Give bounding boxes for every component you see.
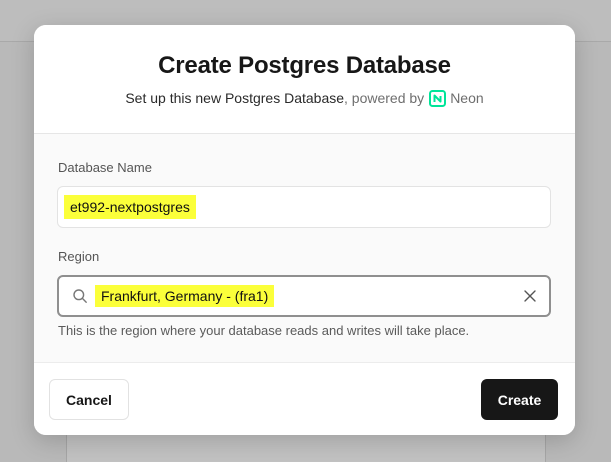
region-value: Frankfurt, Germany - (fra1) — [95, 285, 275, 307]
region-search-input[interactable]: Frankfurt, Germany - (fra1) — [57, 275, 551, 317]
dialog-title: Create Postgres Database — [158, 52, 451, 79]
neon-logo-icon — [429, 89, 447, 107]
dialog-header: Create Postgres Database Set up this new… — [34, 25, 575, 134]
region-label: Region — [58, 249, 100, 264]
create-button[interactable]: Create — [481, 379, 558, 420]
database-name-input[interactable]: et992-nextpostgres — [57, 186, 551, 228]
dialog-subtitle: Set up this new Postgres Database , powe… — [34, 89, 575, 107]
subtitle-text: Set up this new Postgres Database — [125, 90, 345, 106]
dialog-body: Database Name et992-nextpostgres Region … — [34, 134, 575, 362]
database-name-label: Database Name — [58, 160, 152, 175]
clear-icon[interactable] — [523, 289, 537, 303]
database-name-value: et992-nextpostgres — [64, 195, 196, 219]
create-database-dialog: Create Postgres Database Set up this new… — [34, 25, 575, 435]
dialog-footer: Cancel Create — [34, 362, 575, 435]
provider-name: Neon — [450, 90, 484, 106]
region-hint: This is the region where your database r… — [58, 323, 470, 338]
search-icon — [73, 289, 87, 303]
cancel-button[interactable]: Cancel — [49, 379, 129, 420]
subtitle-powered-by: , powered by — [344, 90, 425, 106]
